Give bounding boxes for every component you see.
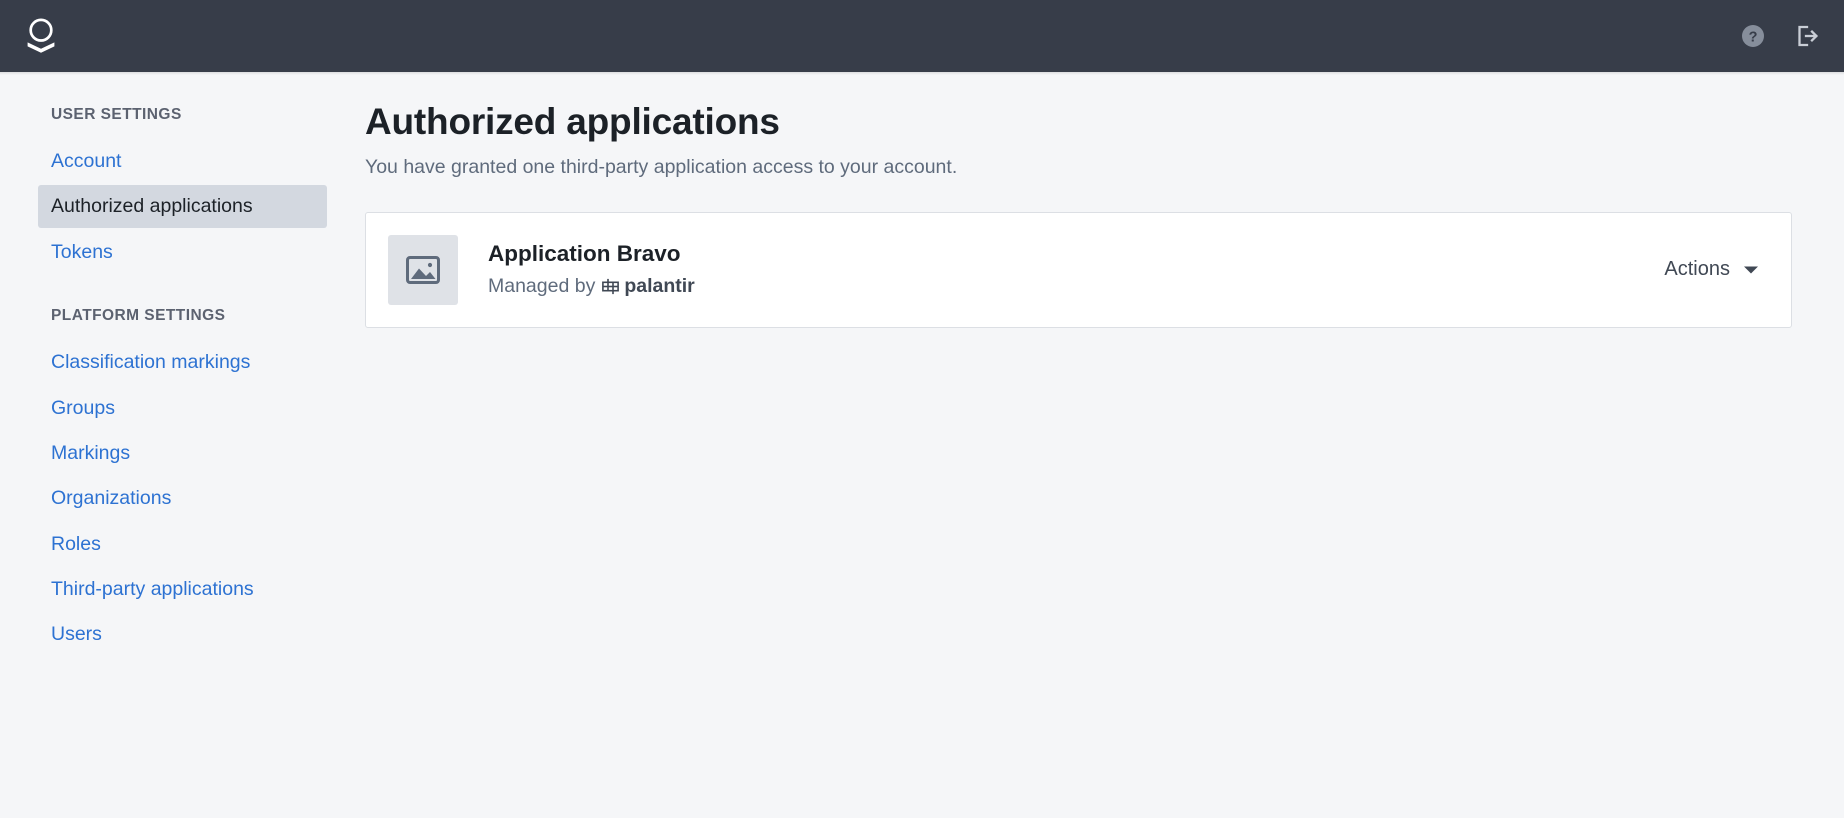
sidebar-item-groups[interactable]: Groups xyxy=(38,387,327,429)
vendor-name: palantir xyxy=(624,274,695,297)
help-button[interactable]: ? xyxy=(1738,21,1768,51)
top-bar: ? xyxy=(0,0,1844,75)
sidebar-item-authorized-applications[interactable]: Authorized applications xyxy=(38,185,327,228)
brand-logo-link[interactable] xyxy=(24,17,58,55)
chevron-down-icon xyxy=(1744,266,1758,274)
application-thumbnail xyxy=(388,234,458,305)
sidebar-item-third-party-applications[interactable]: Third-party applications xyxy=(38,568,327,610)
page-title: Authorized applications xyxy=(365,101,780,142)
sidebar: USER SETTINGS Account Authorized applica… xyxy=(0,72,363,818)
sidebar-item-account[interactable]: Account xyxy=(38,140,327,182)
managed-by-label: Managed by xyxy=(488,274,596,297)
top-bar-actions: ? xyxy=(1738,21,1822,51)
sidebar-group-platform-settings: PLATFORM SETTINGS Classification marking… xyxy=(38,307,327,656)
sidebar-item-tokens[interactable]: Tokens xyxy=(38,231,327,273)
sidebar-heading-platform-settings: PLATFORM SETTINGS xyxy=(51,307,226,325)
sidebar-item-users[interactable]: Users xyxy=(38,613,327,655)
logout-button[interactable] xyxy=(1792,21,1822,51)
authorized-application-card: Application Bravo Managed by palantir Ac… xyxy=(365,211,1792,328)
application-name: Application Bravo xyxy=(488,241,681,267)
sidebar-item-classification-markings[interactable]: Classification markings xyxy=(38,341,327,383)
application-managed-by: Managed by palantir xyxy=(488,274,1654,299)
main-content: Authorized applications You have granted… xyxy=(363,72,1844,818)
page-subtitle: You have granted one third-party applica… xyxy=(365,156,958,179)
sidebar-group-user-settings: USER SETTINGS Account Authorized applica… xyxy=(38,106,327,273)
svg-text:?: ? xyxy=(1749,29,1758,45)
actions-label: Actions xyxy=(1664,258,1730,281)
actions-dropdown-button[interactable]: Actions xyxy=(1654,252,1763,287)
logout-icon xyxy=(1798,25,1819,47)
application-details: Application Bravo Managed by palantir xyxy=(458,240,1654,298)
palantir-logo xyxy=(27,18,55,53)
palantir-mark-icon xyxy=(602,278,620,295)
app-shell: USER SETTINGS Account Authorized applica… xyxy=(0,72,1844,818)
sidebar-item-markings[interactable]: Markings xyxy=(38,432,327,474)
image-placeholder-icon xyxy=(406,255,440,284)
help-icon: ? xyxy=(1742,25,1764,47)
sidebar-item-organizations[interactable]: Organizations xyxy=(38,477,327,519)
sidebar-heading-user-settings: USER SETTINGS xyxy=(51,106,182,123)
sidebar-item-roles[interactable]: Roles xyxy=(38,523,327,565)
